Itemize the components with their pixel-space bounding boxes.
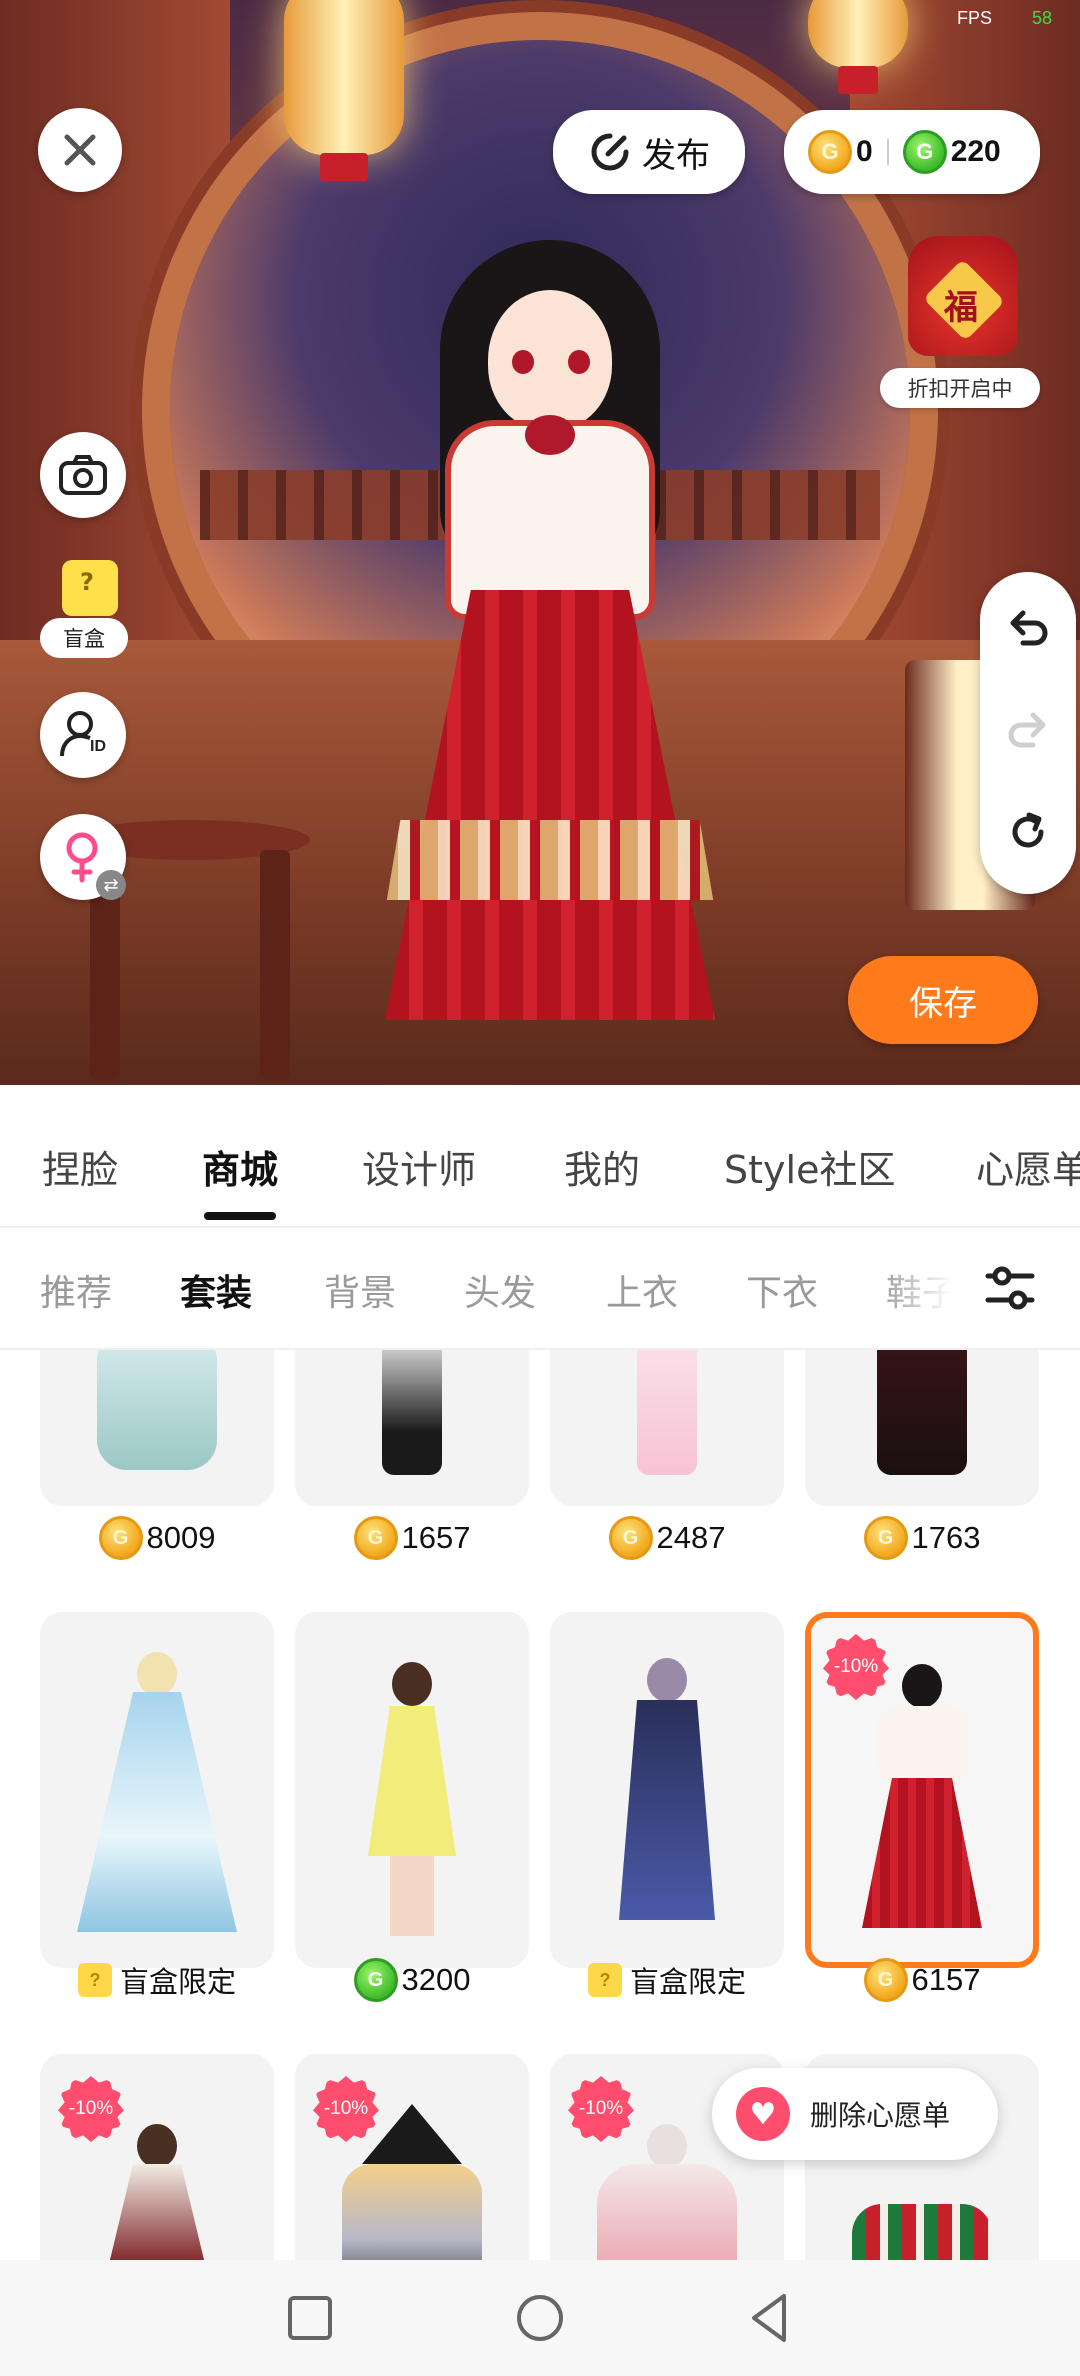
tab-mine[interactable]: 我的 — [564, 1139, 640, 1194]
fu-char: 福 — [944, 288, 978, 328]
gender-switch-button[interactable]: ⇄ — [40, 814, 126, 900]
undo-icon — [1010, 610, 1048, 646]
subtab-hair[interactable]: 头发 — [464, 1264, 536, 1316]
product-card[interactable]: -10% — [295, 2054, 529, 2260]
product-card[interactable] — [295, 1350, 529, 1506]
reset-icon — [1012, 812, 1044, 848]
tab-wishlist[interactable]: 心愿单 — [976, 1139, 1080, 1194]
remove-wishlist-button[interactable]: ♥ 删除心愿单 — [712, 2068, 998, 2160]
category-tabs: 推荐 套装 背景 头发 上衣 下衣 鞋子 — [0, 1228, 1080, 1350]
subtab-recommend[interactable]: 推荐 — [40, 1264, 112, 1316]
price-tag: G 1763 — [802, 1512, 1042, 1564]
gold-coin-icon: G — [808, 130, 852, 174]
remove-wishlist-label: 删除心愿单 — [810, 2099, 951, 2132]
price-tag: G 3200 — [292, 1954, 532, 2006]
system-nav-bar — [0, 2260, 1080, 2376]
discount-promo-label: 折扣开启中 — [880, 368, 1040, 408]
product-card[interactable]: -10% — [40, 2054, 274, 2260]
lantern-right — [808, 0, 908, 94]
gold-coin-count: 0 — [856, 135, 873, 168]
active-tab-indicator — [204, 1212, 276, 1220]
subtab-outfit[interactable]: 套装 — [180, 1264, 252, 1316]
price-tag: G 2487 — [547, 1512, 787, 1564]
recents-icon[interactable] — [280, 2288, 340, 2348]
green-coin-icon: G — [902, 130, 947, 174]
camera-icon — [59, 455, 107, 495]
back-icon[interactable] — [740, 2288, 800, 2348]
blindbox-icon: ? — [587, 1963, 622, 1997]
tab-face[interactable]: 捏脸 — [42, 1139, 118, 1194]
home-icon[interactable] — [510, 2288, 570, 2348]
reset-button[interactable] — [980, 784, 1076, 880]
heart-icon: ♥ — [736, 2087, 790, 2141]
currency-bar[interactable]: G 0 G 220 — [784, 110, 1040, 194]
product-card[interactable] — [550, 1612, 784, 1968]
blindbox-icon: ? — [77, 1963, 112, 1997]
lantern-left — [284, 0, 404, 181]
publish-icon — [591, 133, 629, 171]
save-button[interactable]: 保存 — [848, 956, 1038, 1044]
close-icon — [64, 134, 96, 166]
price-tag: ? 盲盒限定 — [37, 1954, 277, 2006]
edit-history-controls — [980, 572, 1076, 894]
publish-button[interactable]: 发布 — [553, 110, 745, 194]
discount-promo[interactable]: 福 折扣开启中 — [880, 228, 1040, 408]
redo-button[interactable] — [980, 682, 1076, 778]
camera-button[interactable] — [40, 432, 126, 518]
product-card-selected[interactable]: -10% — [805, 1612, 1039, 1968]
avatar-scene[interactable]: FPS 58 发布 G 0 G 220 福 折扣开启中 ? 盲盒 ID ⇄ 保存 — [0, 0, 1080, 1085]
price-tag: G 8009 — [37, 1512, 277, 1564]
subtab-bottom[interactable]: 下衣 — [746, 1264, 818, 1316]
gold-coin-icon: G — [863, 1516, 908, 1560]
green-coin-count: 220 — [950, 135, 1001, 168]
blindbox-button[interactable]: ? 盲盒 — [40, 560, 136, 666]
blindbox-label: 盲盒 — [40, 618, 128, 658]
undo-button[interactable] — [980, 580, 1076, 676]
avatar-id-button[interactable]: ID — [40, 692, 126, 778]
subtab-top[interactable]: 上衣 — [606, 1264, 678, 1316]
swap-icon: ⇄ — [96, 870, 126, 900]
product-card[interactable] — [40, 1612, 274, 1968]
subtab-background[interactable]: 背景 — [324, 1264, 396, 1316]
price-tag: G 6157 — [802, 1954, 1042, 2006]
close-button[interactable] — [38, 108, 122, 192]
gold-coin-icon: G — [98, 1516, 143, 1560]
tab-style-community[interactable]: Style社区 — [724, 1139, 895, 1194]
currency-divider — [886, 139, 889, 165]
redo-icon — [1008, 712, 1046, 748]
main-tabs: 捏脸 商城 设计师 我的 Style社区 心愿单 — [0, 1085, 1080, 1228]
fps-counter: FPS 58 — [956, 8, 1052, 28]
price-tag: ? 盲盒限定 — [547, 1954, 787, 2006]
tab-mall[interactable]: 商城 — [202, 1139, 278, 1220]
product-card[interactable] — [550, 1350, 784, 1506]
avatar-character[interactable] — [360, 220, 740, 1030]
filter-icon[interactable] — [980, 1258, 1040, 1318]
gold-coin-icon: G — [353, 1516, 398, 1560]
green-coin-icon: G — [353, 1958, 398, 2002]
product-card[interactable] — [40, 1350, 274, 1506]
gold-coin-icon: G — [608, 1516, 653, 1560]
gold-coin-icon: G — [863, 1958, 908, 2002]
price-tag: G 1657 — [292, 1512, 532, 1564]
product-card[interactable] — [805, 1350, 1039, 1506]
product-grid: G 8009 G 1657 G 2487 G 1763 -10% ? 盲盒限定 … — [0, 1350, 1080, 2260]
tabs-fade — [880, 1228, 970, 1348]
publish-label: 发布 — [642, 135, 710, 176]
product-card[interactable] — [295, 1612, 529, 1968]
tab-designer[interactable]: 设计师 — [362, 1139, 476, 1194]
